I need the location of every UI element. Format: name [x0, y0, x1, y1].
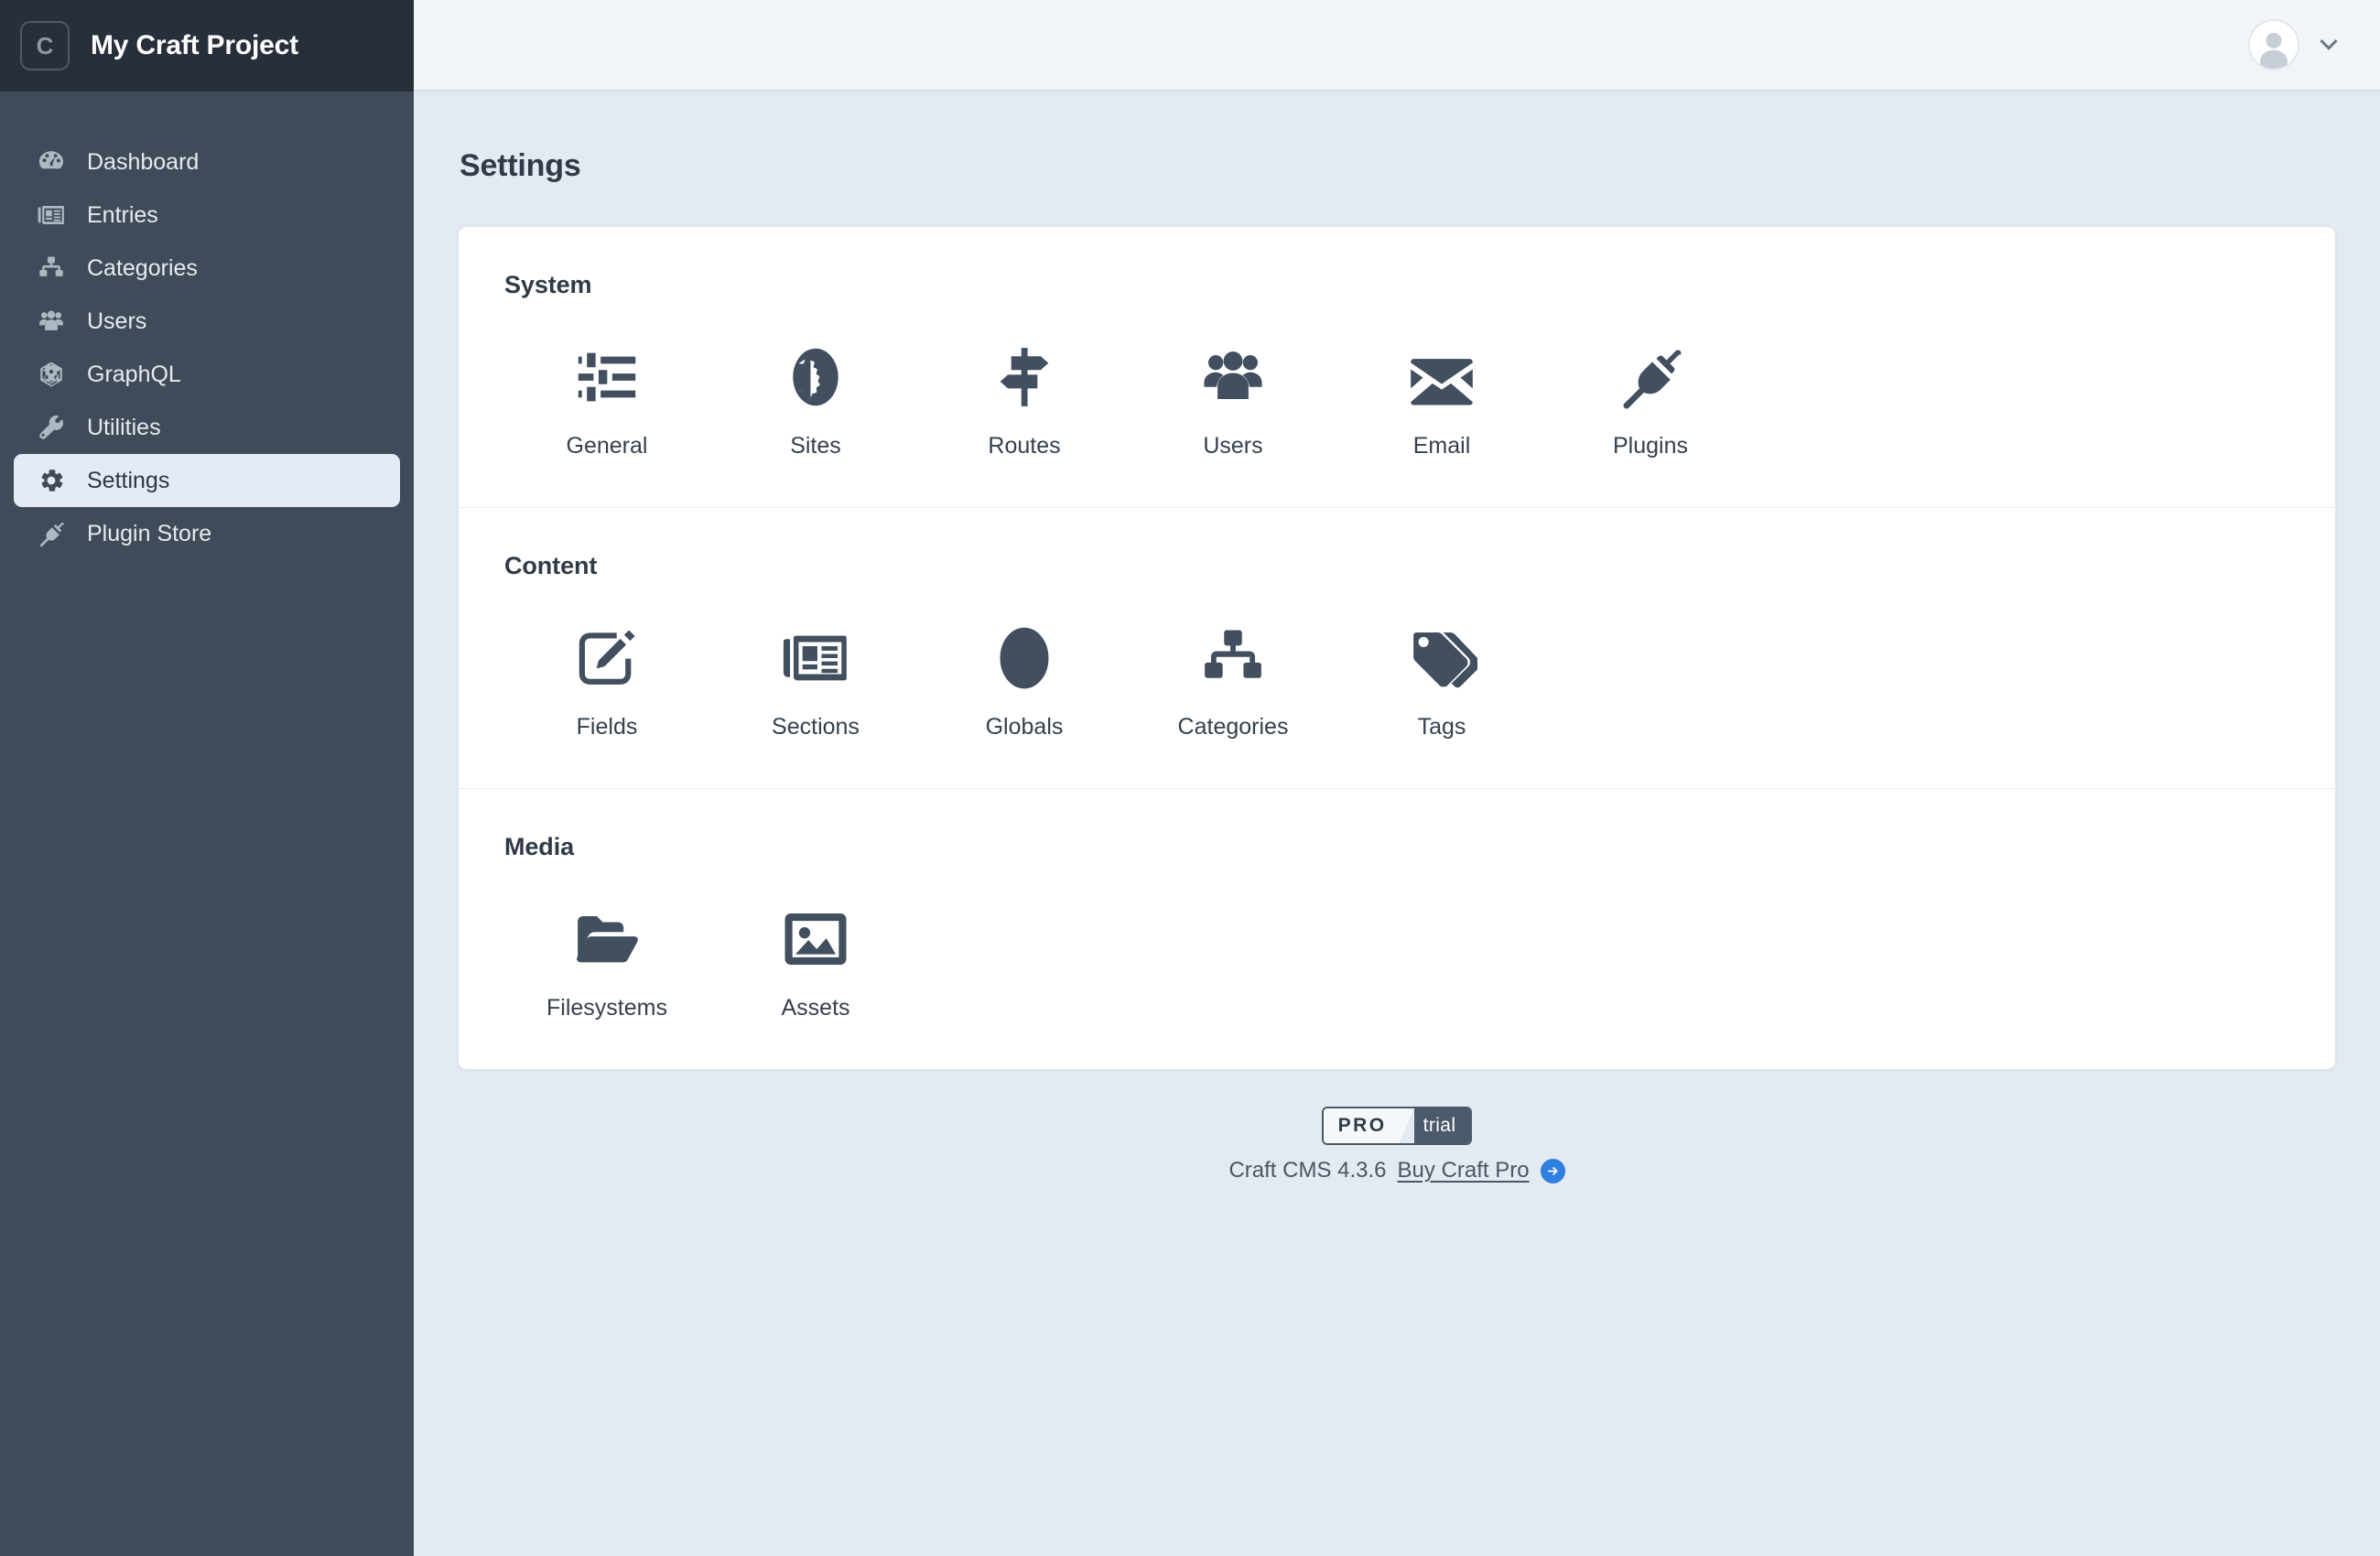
settings-tile-label: Globals — [985, 714, 1064, 740]
content-area: Settings System General Sites Routes Users Em… — [414, 92, 2380, 1556]
logo-letter: C — [36, 31, 54, 59]
tile-row: General Sites Routes Users Email Plugins — [503, 340, 2291, 459]
sidebar-item-settings[interactable]: Settings — [14, 454, 400, 507]
sidebar-item-dashboard[interactable]: Dashboard — [14, 135, 400, 189]
main-region: Settings System General Sites Routes Users Em… — [414, 0, 2380, 1556]
newspaper-icon — [780, 621, 851, 696]
sidebar-item-utilities[interactable]: Utilities — [14, 401, 400, 454]
section-title: Content — [504, 552, 598, 579]
settings-tile-categories[interactable]: Categories — [1129, 621, 1337, 740]
gear-icon — [36, 465, 67, 496]
sidebar-item-label: Utilities — [87, 414, 161, 440]
settings-section-content: Content Fields Sections Globals Categories Ta… — [459, 507, 2335, 788]
globe-americas-icon — [780, 340, 851, 415]
sidebar-nav: Dashboard Entries Categories Users GraphQL Ut… — [0, 92, 414, 560]
sidebar-item-label: Settings — [87, 467, 170, 493]
globe-grid-icon — [989, 621, 1060, 696]
plug-icon — [36, 518, 67, 549]
footer: PRO trial Craft CMS 4.3.6 Buy Craft Pro — [414, 1070, 2380, 1226]
sitemap-icon — [1197, 621, 1269, 696]
signpost-icon — [989, 340, 1060, 415]
settings-card: System General Sites Routes Users Email Plugin… — [458, 226, 2336, 1070]
settings-tile-label: Sites — [790, 433, 841, 459]
top-bar — [414, 0, 2380, 92]
settings-tile-tags[interactable]: Tags — [1337, 621, 1546, 740]
app-root: C My Craft Project Dashboard Entries Categ… — [0, 0, 2380, 1556]
users-icon — [1197, 340, 1269, 415]
graphql-icon — [36, 359, 67, 390]
edition-pro-label: PRO — [1323, 1108, 1400, 1143]
settings-tile-label: Tags — [1417, 714, 1466, 740]
settings-tile-sections[interactable]: Sections — [711, 621, 920, 740]
wrench-icon — [36, 412, 67, 443]
settings-tile-label: Assets — [781, 995, 850, 1021]
image-icon — [780, 902, 851, 977]
sidebar-header: C My Craft Project — [0, 0, 414, 92]
buy-craft-pro-link[interactable]: Buy Craft Pro — [1398, 1158, 1530, 1183]
settings-tile-sites[interactable]: Sites — [711, 340, 920, 459]
folder-open-icon — [571, 902, 643, 977]
sitemap-icon — [36, 253, 67, 284]
dashboard-icon — [36, 146, 67, 178]
users-icon — [36, 306, 67, 337]
settings-tile-globals[interactable]: Globals — [920, 621, 1129, 740]
settings-tile-label: Users — [1203, 433, 1263, 459]
settings-tile-label: General — [566, 433, 648, 459]
settings-tile-label: Filesystems — [546, 995, 667, 1021]
settings-section-media: Media Filesystems Assets — [459, 788, 2335, 1069]
sidebar-item-label: Categories — [87, 254, 198, 281]
tile-row: Filesystems Assets — [503, 902, 2291, 1021]
section-title: Media — [504, 833, 575, 860]
tile-row: Fields Sections Globals Categories Tags — [503, 621, 2291, 740]
sidebar-item-entries[interactable]: Entries — [14, 189, 400, 242]
sidebar-item-graphql[interactable]: GraphQL — [14, 348, 400, 401]
page-title: Settings — [460, 148, 581, 183]
settings-tile-label: Email — [1412, 433, 1471, 459]
settings-tile-label: Sections — [772, 714, 860, 740]
settings-tile-routes[interactable]: Routes — [920, 340, 1129, 459]
project-title: My Craft Project — [91, 30, 298, 60]
pencil-square-icon — [571, 621, 643, 696]
sidebar-item-label: Entries — [87, 201, 158, 228]
plug-icon — [1615, 340, 1686, 415]
settings-tile-plugins[interactable]: Plugins — [1546, 340, 1755, 459]
settings-tile-users[interactable]: Users — [1129, 340, 1337, 459]
settings-tile-filesystems[interactable]: Filesystems — [503, 902, 711, 1021]
arrow-right-circle-icon[interactable] — [1540, 1158, 1565, 1183]
edition-trial-label: trial — [1413, 1108, 1471, 1143]
sliders-icon — [571, 340, 643, 415]
section-title: System — [504, 271, 592, 298]
sidebar-item-users[interactable]: Users — [14, 295, 400, 348]
footer-line: Craft CMS 4.3.6 Buy Craft Pro — [1228, 1158, 1565, 1183]
settings-tile-label: Routes — [988, 433, 1061, 459]
settings-tile-email[interactable]: Email — [1337, 340, 1546, 459]
settings-section-system: System General Sites Routes Users Email Plugin… — [459, 227, 2335, 507]
settings-tile-label: Plugins — [1613, 433, 1688, 459]
sidebar-item-label: Plugin Store — [87, 520, 212, 546]
settings-tile-assets[interactable]: Assets — [711, 902, 920, 1021]
settings-tile-label: Fields — [576, 714, 638, 740]
settings-tile-fields[interactable]: Fields — [503, 621, 711, 740]
sidebar-item-label: Dashboard — [87, 148, 200, 175]
user-silhouette-icon — [2260, 32, 2288, 69]
edition-badge[interactable]: PRO trial — [1321, 1107, 1473, 1145]
version-text: Craft CMS 4.3.6 — [1228, 1158, 1387, 1183]
chevron-down-icon[interactable] — [2316, 30, 2342, 60]
tags-icon — [1406, 621, 1477, 696]
avatar[interactable] — [2248, 19, 2299, 70]
sidebar: C My Craft Project Dashboard Entries Categ… — [0, 0, 414, 1556]
project-logo-badge[interactable]: C — [20, 21, 70, 70]
settings-tile-label: Categories — [1177, 714, 1289, 740]
settings-tile-general[interactable]: General — [503, 340, 711, 459]
edition-notch — [1399, 1108, 1414, 1143]
envelope-icon — [1406, 340, 1477, 415]
sidebar-item-label: GraphQL — [87, 361, 181, 387]
newspaper-icon — [36, 200, 67, 231]
sidebar-item-plugin-store[interactable]: Plugin Store — [14, 507, 400, 560]
sidebar-item-label: Users — [87, 308, 147, 334]
sidebar-item-categories[interactable]: Categories — [14, 242, 400, 295]
